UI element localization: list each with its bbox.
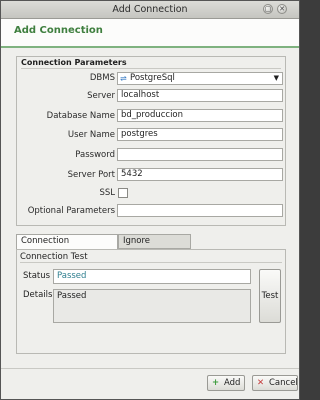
dialog-heading: Add Connection	[14, 25, 103, 36]
database-name-input[interactable]: bd_produccion	[117, 109, 283, 122]
password-label: Password	[75, 150, 115, 160]
status-label: Status	[23, 271, 51, 281]
status-field: Passed	[53, 269, 251, 284]
connection-test-legend: Connection Test	[20, 252, 88, 262]
window-title: Add Connection	[112, 4, 188, 15]
plus-icon: +	[212, 378, 220, 388]
footer-divider	[1, 368, 299, 369]
database-name-label: Database Name	[46, 111, 115, 121]
database-icon: ⇌	[120, 74, 127, 83]
divider	[20, 262, 282, 263]
user-name-input[interactable]: postgres	[117, 128, 283, 141]
user-name-label: User Name	[67, 130, 115, 140]
divider	[21, 68, 281, 69]
dbms-selected-value: PostgreSql	[130, 73, 175, 83]
connection-test-panel: Connection Test Status Passed Details Pa…	[16, 249, 286, 354]
dbms-label: DBMS	[89, 73, 115, 83]
test-button-label: Test	[261, 291, 279, 301]
cancel-button-label: Cancel	[269, 378, 298, 388]
server-input[interactable]: localhost	[117, 89, 283, 102]
add-button-label: Add	[224, 378, 241, 388]
add-connection-dialog: Add Connection ▢ ✕ Add Connection Connec…	[0, 0, 300, 400]
connection-parameters-legend: Connection Parameters	[21, 58, 127, 67]
tab-ignore-schemas[interactable]: Ignore Schemas	[118, 234, 191, 259]
server-label: Server	[87, 91, 115, 101]
cancel-button[interactable]: ✕ Cancel	[252, 375, 298, 391]
server-port-label: Server Port	[67, 170, 115, 180]
dialog-banner: Add Connection	[1, 19, 299, 48]
optional-parameters-label: Optional Parameters	[27, 206, 115, 216]
optional-parameters-input[interactable]	[117, 204, 283, 217]
ssl-checkbox[interactable]	[118, 188, 128, 198]
test-button[interactable]: Test	[259, 269, 281, 323]
add-button[interactable]: + Add	[207, 375, 245, 391]
password-input[interactable]	[117, 148, 283, 161]
dbms-select[interactable]: ⇌ PostgreSql ▼	[117, 72, 283, 85]
details-textarea[interactable]: Passed	[53, 289, 251, 323]
tab-connection-parameters[interactable]: Connection Parameters	[16, 234, 118, 259]
close-icon[interactable]: ✕	[277, 4, 287, 14]
title-bar[interactable]: Add Connection ▢ ✕	[1, 1, 299, 19]
maximize-icon[interactable]: ▢	[263, 4, 273, 14]
details-label: Details	[23, 290, 53, 300]
connection-parameters-group: Connection Parameters DBMS ⇌ PostgreSql …	[16, 56, 286, 226]
ssl-label: SSL	[99, 188, 115, 198]
chevron-down-icon[interactable]: ▼	[274, 73, 279, 84]
server-port-input[interactable]: 5432	[117, 168, 283, 181]
close-icon: ✕	[257, 378, 265, 388]
